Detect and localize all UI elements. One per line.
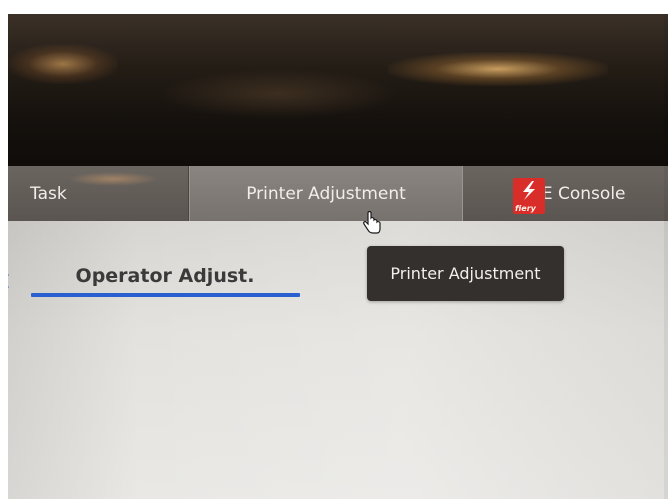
screen-photo: Task Printer Adjustment DFE Console fier… — [0, 0, 668, 499]
photo-top-margin — [0, 0, 668, 14]
tooltip: Printer Adjustment — [367, 246, 564, 301]
fiery-logo-icon: fiery — [513, 178, 545, 214]
subtab-operator-adjust[interactable]: Operator Adjust. — [30, 254, 300, 298]
light-glare — [8, 44, 118, 84]
light-glare — [388, 52, 608, 86]
main-nav-bar: Task Printer Adjustment DFE Console — [8, 166, 668, 221]
tab-printer-adjustment[interactable]: Printer Adjustment — [189, 166, 463, 221]
hand-pointer-icon — [363, 211, 381, 234]
tab-printer-adjustment-label: Printer Adjustment — [246, 183, 406, 204]
photo-right-edge — [664, 14, 668, 499]
tab-dfe-console[interactable]: DFE Console — [463, 166, 668, 221]
fiery-logo-text: fiery — [515, 204, 536, 213]
tooltip-text: Printer Adjustment — [390, 264, 541, 283]
photo-left-margin — [0, 0, 8, 499]
tab-task-label: Task — [30, 183, 67, 204]
subtab-operator-adjust-label: Operator Adjust. — [75, 265, 255, 287]
light-glare — [158, 69, 398, 119]
monitor-bezel — [8, 14, 668, 166]
active-subtab-indicator — [31, 293, 300, 297]
tab-task[interactable]: Task — [8, 166, 189, 221]
